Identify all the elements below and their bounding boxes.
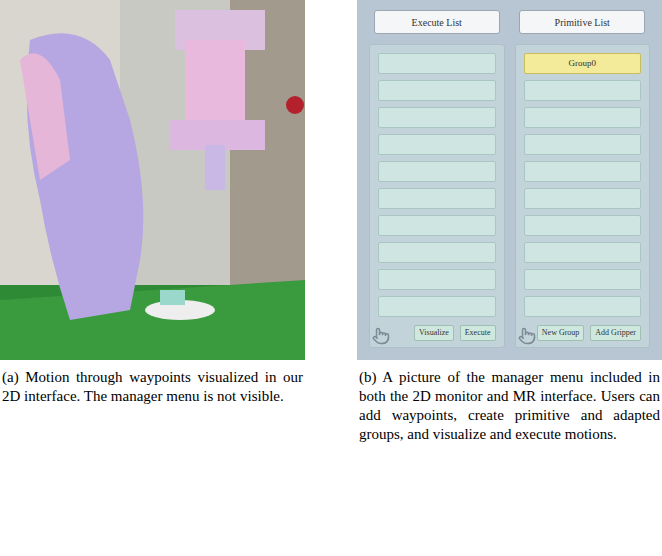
list-slot[interactable] [524,134,642,155]
list-slot[interactable] [378,269,496,290]
list-slot[interactable] [524,215,642,236]
list-slot[interactable] [378,215,496,236]
caption-b: (b) A picture of the manager menu includ… [357,368,662,444]
list-slot[interactable]: Group0 [524,53,642,74]
list-slot[interactable] [524,107,642,128]
list-slot[interactable] [524,242,642,263]
list-slot[interactable] [378,107,496,128]
action-button[interactable]: New Group [537,325,585,341]
manager-menu: Execute List Visualize Execute Primitive Li… [357,0,662,360]
list-slot[interactable] [524,80,642,101]
list-slot[interactable] [524,269,642,290]
caption-a: (a) Motion through waypoints visualized … [0,368,305,406]
list-slot[interactable] [524,161,642,182]
figure: (a) Motion through waypoints visualized … [0,0,662,556]
subfigure-b: Execute List Visualize Execute Primitive Li… [357,0,662,556]
action-button[interactable]: Execute [460,325,496,341]
hand-cursor-icon [372,327,390,345]
list-slot[interactable] [378,53,496,74]
execute-list: Execute List Visualize Execute [369,10,505,348]
list-slot[interactable] [378,242,496,263]
hand-cursor-icon [518,327,536,345]
subfigure-a: (a) Motion through waypoints visualized … [0,0,305,556]
list-slot[interactable] [524,188,642,209]
list-slot[interactable] [378,80,496,101]
list-header-button[interactable]: Primitive List [519,10,645,34]
robot-waypoints-photo [0,0,305,360]
list-slot[interactable] [378,296,496,317]
list-slot[interactable] [378,188,496,209]
list-header-button[interactable]: Execute List [374,10,500,34]
primitive-list: Primitive List Group0 New Group Add Gripper [515,10,651,348]
list-slot[interactable] [378,134,496,155]
action-button[interactable]: Visualize [414,325,454,341]
list-slot[interactable] [524,296,642,317]
action-button[interactable]: Add Gripper [590,325,641,341]
list-slot[interactable] [378,161,496,182]
